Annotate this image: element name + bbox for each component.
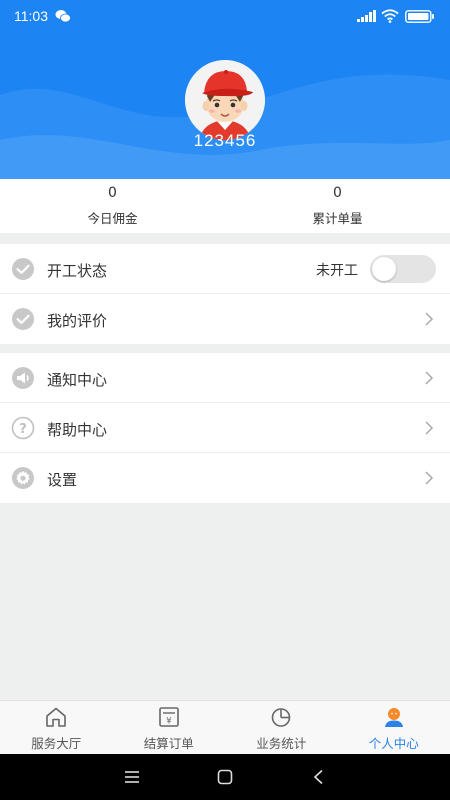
menu-item-settings[interactable]: 设置: [0, 453, 450, 503]
receipt-icon: ¥: [158, 707, 179, 727]
back-icon[interactable]: [309, 768, 329, 786]
battery-icon: [405, 10, 434, 23]
stat-value: 0: [333, 185, 342, 201]
home-icon: [46, 707, 66, 727]
stat-value: 0: [108, 185, 117, 201]
stat-today-commission[interactable]: 0 今日佣金: [0, 179, 225, 233]
chevron-right-icon: [425, 371, 434, 385]
menu-label: 通知中心: [47, 371, 108, 389]
menu-item-work-status: 开工状态 未开工: [0, 244, 450, 294]
menu-label: 设置: [47, 471, 78, 489]
tab-label: 服务大厅: [31, 736, 82, 751]
stat-total-orders[interactable]: 0 累计单量: [225, 179, 450, 233]
check-badge-icon: [12, 258, 34, 280]
check-badge-icon: [12, 308, 34, 330]
question-icon: ?: [11, 416, 35, 440]
stat-label: 累计单量: [312, 211, 363, 226]
chevron-right-icon: [425, 471, 434, 485]
menu-item-notifications[interactable]: 通知中心: [0, 353, 450, 403]
wechat-icon: [55, 10, 71, 23]
menu-item-my-reviews[interactable]: 我的评价: [0, 294, 450, 344]
svg-text:¥: ¥: [166, 717, 172, 727]
toggle-knob: [372, 257, 396, 281]
status-bar: 11:03: [0, 0, 450, 32]
tab-settlement-orders[interactable]: ¥ 结算订单: [113, 701, 226, 755]
bottom-tab-bar: 服务大厅 ¥ 结算订单 业务统计 个人中心: [0, 700, 450, 754]
menu-group-support: 通知中心 ? 帮助中心 设置: [0, 353, 450, 503]
work-status-toggle[interactable]: [370, 255, 436, 283]
person-icon: [384, 708, 403, 727]
tab-business-stats[interactable]: 业务统计: [225, 701, 338, 755]
status-time: 11:03: [14, 8, 48, 24]
username: 123456: [193, 131, 257, 150]
tab-personal-center[interactable]: 个人中心: [338, 701, 450, 755]
megaphone-icon: [12, 367, 34, 389]
tab-label: 业务统计: [256, 736, 307, 751]
menu-label: 我的评价: [47, 312, 108, 330]
pie-chart-icon: [271, 708, 291, 727]
work-status-text: 未开工: [316, 263, 358, 279]
avatar-image: [185, 60, 265, 140]
menu-label: 开工状态: [47, 262, 108, 280]
menu-label: 帮助中心: [47, 421, 108, 439]
chevron-right-icon: [425, 421, 434, 435]
signal-icon: [357, 10, 376, 22]
profile-header: 11:03 123456: [0, 0, 450, 179]
tab-service-hall[interactable]: 服务大厅: [0, 701, 113, 755]
menu-icon[interactable]: [122, 768, 142, 786]
home-square-icon[interactable]: [215, 768, 235, 786]
avatar[interactable]: [185, 60, 265, 140]
menu-group-work: 开工状态 未开工 我的评价: [0, 244, 450, 344]
stat-label: 今日佣金: [87, 211, 138, 226]
system-navigation-bar: [0, 754, 450, 800]
tab-label: 个人中心: [368, 736, 419, 751]
menu-item-help[interactable]: ? 帮助中心: [0, 403, 450, 453]
stats-panel: 0 今日佣金 0 累计单量: [0, 179, 450, 233]
gear-icon: [12, 467, 34, 489]
chevron-right-icon: [425, 312, 434, 326]
wifi-icon: [381, 9, 399, 23]
tab-label: 结算订单: [143, 736, 194, 751]
svg-text:?: ?: [19, 422, 27, 437]
